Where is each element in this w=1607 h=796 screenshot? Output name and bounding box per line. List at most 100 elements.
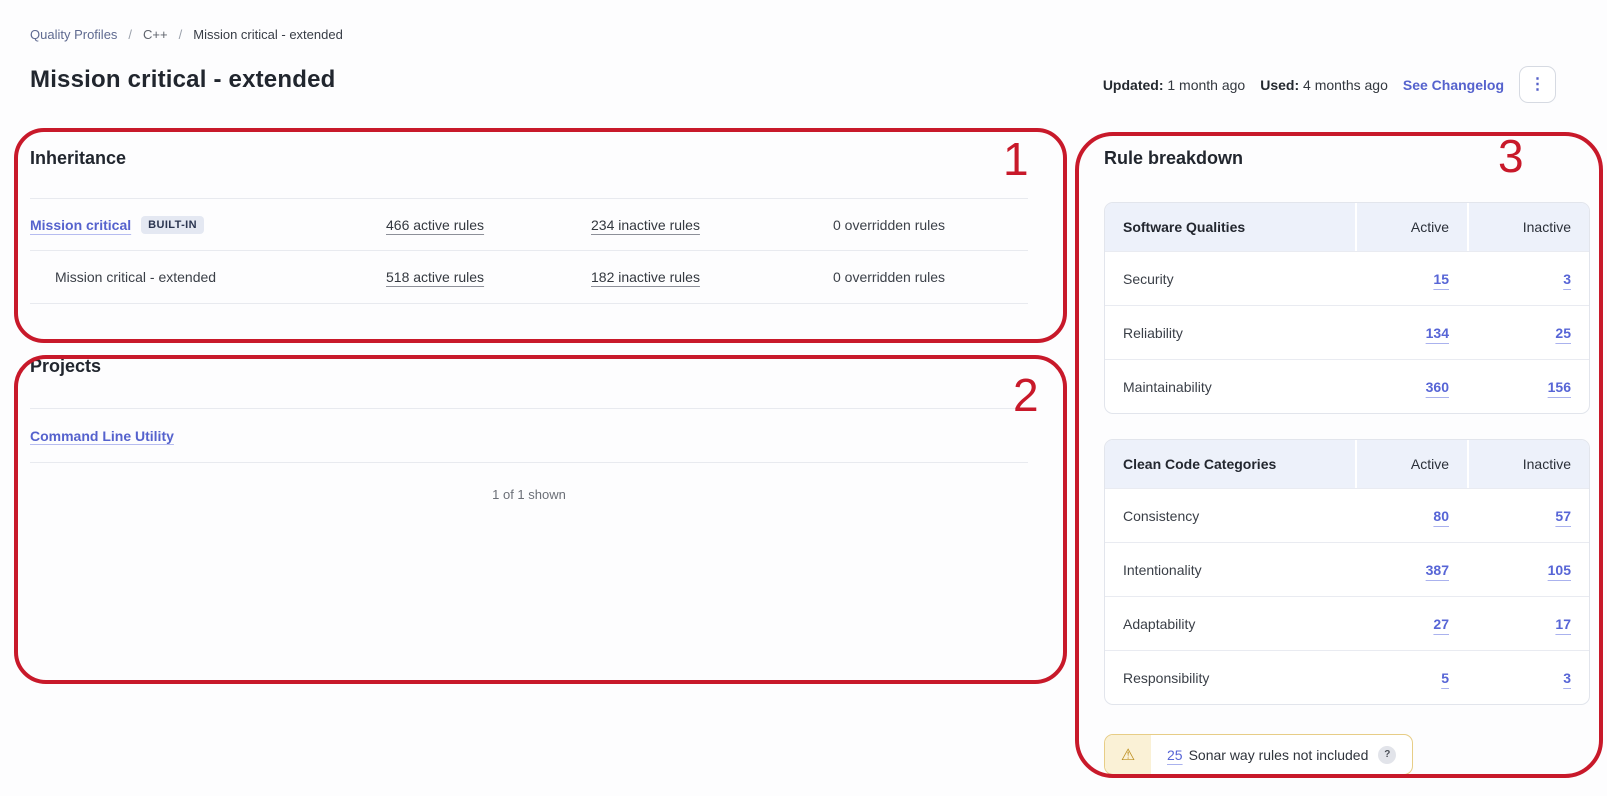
inactive-rules-link[interactable]: 182 inactive rules <box>591 269 700 285</box>
breadcrumb-separator: / <box>128 27 132 42</box>
table-header-row: Clean Code Categories Active Inactive <box>1105 440 1589 488</box>
row-label: Reliability <box>1105 325 1355 341</box>
page-title: Mission critical - extended <box>30 66 335 94</box>
inactive-count-cell: 3 <box>1467 271 1589 287</box>
active-count-link[interactable]: 80 <box>1433 508 1449 524</box>
inactive-count-cell: 17 <box>1467 616 1589 632</box>
used-value: 4 months ago <box>1303 77 1388 93</box>
warning-text: Sonar way rules not included <box>1189 747 1369 763</box>
active-count-cell: 27 <box>1355 616 1467 632</box>
row-label: Intentionality <box>1105 562 1355 578</box>
active-count-link[interactable]: 15 <box>1433 271 1449 287</box>
breadcrumb-separator: / <box>179 27 183 42</box>
table-header-name: Software Qualities <box>1105 203 1355 251</box>
inactive-count-cell: 57 <box>1467 508 1589 524</box>
table-row: Maintainability 360 156 <box>1105 359 1589 413</box>
table-row: Intentionality 387 105 <box>1105 542 1589 596</box>
quality-profile-page: Quality Profiles / C++ / Mission critica… <box>0 0 1607 796</box>
row-label: Adaptability <box>1105 616 1355 632</box>
active-rules-cell: 518 active rules <box>386 269 591 285</box>
breadcrumb-current: Mission critical - extended <box>193 27 343 42</box>
table-header-row: Software Qualities Active Inactive <box>1105 203 1589 251</box>
inheritance-title: Inheritance <box>30 148 1028 169</box>
inactive-rules-cell: 182 inactive rules <box>591 269 817 285</box>
active-rules-link[interactable]: 466 active rules <box>386 217 484 233</box>
updated-label: Updated: <box>1103 77 1164 93</box>
projects-shown-count: 1 of 1 shown <box>30 487 1028 502</box>
inactive-count-link[interactable]: 3 <box>1563 271 1571 287</box>
active-count-link[interactable]: 134 <box>1426 325 1449 341</box>
warning-icon: ⚠ <box>1121 745 1135 765</box>
breadcrumb: Quality Profiles / C++ / Mission critica… <box>30 27 343 42</box>
warning-icon-cell: ⚠ <box>1105 735 1151 774</box>
warning-count-link[interactable]: 25 <box>1167 747 1183 763</box>
projects-title: Projects <box>30 356 1028 377</box>
parent-profile-link[interactable]: Mission critical <box>30 217 131 233</box>
inactive-count-cell: 3 <box>1467 670 1589 686</box>
active-count-cell: 15 <box>1355 271 1467 287</box>
overridden-rules-cell: 0 overridden rules <box>817 269 1028 285</box>
inactive-count-link[interactable]: 17 <box>1555 616 1571 632</box>
inactive-rules-cell: 234 inactive rules <box>591 217 817 233</box>
current-profile-name: Mission critical - extended <box>55 269 216 285</box>
inactive-count-cell: 156 <box>1467 379 1589 395</box>
parent-profile-cell: Mission critical BUILT-IN <box>30 216 386 234</box>
inactive-count-link[interactable]: 156 <box>1548 379 1571 395</box>
warning-text-cell: 25 Sonar way rules not included ? <box>1151 735 1412 774</box>
kebab-menu-icon: ⋮ <box>1530 77 1546 93</box>
column-header-active: Active <box>1355 440 1467 488</box>
inactive-rules-link[interactable]: 234 inactive rules <box>591 217 700 233</box>
updated-value: 1 month ago <box>1167 77 1245 93</box>
used-label: Used: <box>1260 77 1299 93</box>
active-count-link[interactable]: 387 <box>1426 562 1449 578</box>
active-count-cell: 387 <box>1355 562 1467 578</box>
project-link[interactable]: Command Line Utility <box>30 428 174 444</box>
active-rules-link[interactable]: 518 active rules <box>386 269 484 285</box>
table-row: Consistency 80 57 <box>1105 488 1589 542</box>
overridden-rules-cell: 0 overridden rules <box>817 217 1028 233</box>
table-row: Security 15 3 <box>1105 251 1589 305</box>
inactive-count-cell: 25 <box>1467 325 1589 341</box>
overridden-rules-text: 0 overridden rules <box>833 217 945 233</box>
inactive-count-link[interactable]: 105 <box>1548 562 1571 578</box>
table-row: Adaptability 27 17 <box>1105 596 1589 650</box>
inactive-count-cell: 105 <box>1467 562 1589 578</box>
inheritance-section: Inheritance Mission critical BUILT-IN 46… <box>30 148 1028 304</box>
row-label: Consistency <box>1105 508 1355 524</box>
software-qualities-table: Software Qualities Active Inactive Secur… <box>1104 202 1590 414</box>
breadcrumb-quality-profiles[interactable]: Quality Profiles <box>30 27 117 42</box>
inactive-count-link[interactable]: 3 <box>1563 670 1571 686</box>
column-header-active: Active <box>1355 203 1467 251</box>
current-profile-cell: Mission critical - extended <box>30 269 386 285</box>
profile-actions-button[interactable]: ⋮ <box>1519 66 1556 103</box>
active-count-link[interactable]: 27 <box>1433 616 1449 632</box>
column-header-inactive: Inactive <box>1467 440 1589 488</box>
table-row: Responsibility 5 3 <box>1105 650 1589 704</box>
row-label: Responsibility <box>1105 670 1355 686</box>
used-info: Used: 4 months ago <box>1260 77 1388 93</box>
help-icon[interactable]: ? <box>1378 746 1396 764</box>
breadcrumb-language[interactable]: C++ <box>143 27 168 42</box>
inheritance-row-parent: Mission critical BUILT-IN 466 active rul… <box>30 198 1028 251</box>
row-label: Maintainability <box>1105 379 1355 395</box>
updated-info: Updated: 1 month ago <box>1103 77 1245 93</box>
active-count-link[interactable]: 360 <box>1426 379 1449 395</box>
active-count-link[interactable]: 5 <box>1441 670 1449 686</box>
project-list-item: Command Line Utility <box>30 409 1028 463</box>
row-label: Security <box>1105 271 1355 287</box>
sonar-way-warning: ⚠ 25 Sonar way rules not included ? <box>1104 734 1413 775</box>
see-changelog-link[interactable]: See Changelog <box>1403 77 1504 93</box>
table-header-name: Clean Code Categories <box>1105 440 1355 488</box>
clean-code-categories-table: Clean Code Categories Active Inactive Co… <box>1104 439 1590 705</box>
active-count-cell: 80 <box>1355 508 1467 524</box>
active-count-cell: 5 <box>1355 670 1467 686</box>
inheritance-row-current: Mission critical - extended 518 active r… <box>30 251 1028 304</box>
active-rules-cell: 466 active rules <box>386 217 591 233</box>
overridden-rules-text: 0 overridden rules <box>833 269 945 285</box>
table-row: Reliability 134 25 <box>1105 305 1589 359</box>
inactive-count-link[interactable]: 57 <box>1555 508 1571 524</box>
rule-breakdown-section: Rule breakdown Software Qualities Active… <box>1104 148 1590 775</box>
inactive-count-link[interactable]: 25 <box>1555 325 1571 341</box>
active-count-cell: 360 <box>1355 379 1467 395</box>
column-header-inactive: Inactive <box>1467 203 1589 251</box>
